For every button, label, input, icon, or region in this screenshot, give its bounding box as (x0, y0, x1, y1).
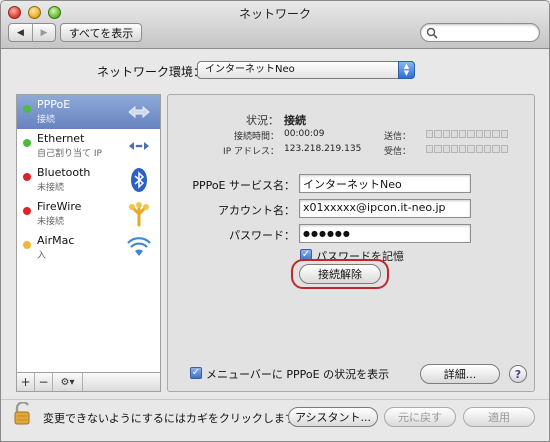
send-label: 送信： (383, 132, 411, 142)
service-status: 入 (37, 251, 47, 261)
service-list-toolbar: + − ⚙▾ (16, 372, 161, 392)
select-arrows-icon: ▲ ▼ (398, 61, 415, 79)
service-item-bluetooth[interactable]: Bluetooth 未接続 (17, 163, 160, 197)
forward-arrow-icon: ▶ (40, 27, 48, 38)
receive-label: 受信： (383, 147, 411, 157)
search-input[interactable] (441, 25, 535, 40)
revert-button[interactable]: 元に戻す (384, 407, 456, 427)
service-name-field[interactable]: インターネットNeo (299, 174, 471, 193)
connect-time-value: 00:00:09 (284, 129, 325, 139)
service-status: 未接続 (37, 217, 65, 227)
status-dot (23, 173, 31, 181)
forward-button[interactable]: ▶ (31, 24, 55, 41)
arrows-icon (128, 105, 150, 119)
show-menubar-status-checkbox[interactable]: ✓ (190, 367, 202, 379)
assistant-button[interactable]: アシスタント... (288, 407, 378, 427)
bluetooth-icon (131, 168, 147, 192)
service-name-label: PPPoE サービス名： (192, 179, 295, 192)
service-item-ethernet[interactable]: Ethernet 自己割り当て IP (17, 129, 160, 163)
remove-service-button[interactable]: − (35, 373, 53, 391)
account-name-label: アカウント名： (218, 204, 295, 217)
back-button[interactable]: ◀ (9, 24, 32, 41)
service-item-firewire[interactable]: FireWire 未接続 (17, 197, 160, 231)
ip-address-label: IP アドレス： (223, 147, 279, 157)
status-value: 接続 (284, 114, 306, 127)
connect-time-label: 接続時間： (233, 132, 279, 142)
back-arrow-icon: ◀ (17, 27, 24, 38)
search-icon (426, 27, 438, 39)
service-status: 未接続 (37, 183, 65, 193)
service-status: 自己割り当て IP (37, 149, 102, 159)
title-bar: ネットワーク ◀ ▶ すべてを表示 (1, 1, 549, 49)
receive-meter (426, 145, 508, 153)
details-button[interactable]: 詳細... (420, 364, 500, 384)
ethernet-icon (129, 142, 149, 150)
wifi-icon (127, 237, 151, 256)
location-value: インターネットNeo (205, 64, 295, 75)
disconnect-button[interactable]: 接続解除 (299, 264, 381, 284)
service-name: Bluetooth (37, 166, 91, 179)
service-status: 接続 (37, 115, 56, 125)
status-label: 状況： (246, 114, 279, 127)
footer-separator (1, 399, 549, 400)
show-menubar-status-label: メニューバーに PPPoE の状況を表示 (206, 368, 390, 381)
firewire-icon (129, 202, 149, 227)
window-title: ネットワーク (238, 7, 311, 21)
password-label: パスワード： (229, 229, 295, 242)
service-item-pppoe[interactable]: PPPoE 接続 (17, 95, 160, 129)
location-label: ネットワーク環境： (97, 65, 206, 79)
service-list: PPPoE 接続 Ethernet 自己割り当て IP Bluetooth 未接… (16, 94, 161, 392)
status-dot (23, 207, 31, 215)
navigation-buttons: ◀ ▶ (8, 23, 56, 42)
lock-icon[interactable] (13, 402, 33, 426)
add-service-button[interactable]: + (17, 373, 35, 391)
network-preferences-window: ネットワーク ◀ ▶ すべてを表示 ネットワーク環境： インターネットNeo ▲… (0, 0, 550, 442)
action-menu-button[interactable]: ⚙▾ (53, 373, 83, 391)
service-name: Ethernet (37, 132, 85, 145)
apply-button[interactable]: 適用 (463, 407, 535, 427)
search-field[interactable] (420, 23, 540, 42)
ip-address-value: 123.218.219.135 (284, 144, 362, 154)
service-name: PPPoE (37, 98, 71, 111)
service-name: AirMac (37, 234, 75, 247)
status-dot (23, 241, 31, 249)
account-name-field[interactable]: x01xxxxx@ipcon.it-neo.jp (299, 199, 471, 218)
show-all-button[interactable]: すべてを表示 (60, 23, 142, 42)
status-dot (23, 105, 31, 113)
lock-hint-text: 変更できないようにするにはカギをクリックします。 (43, 412, 306, 425)
location-select[interactable]: インターネットNeo ▲ ▼ (197, 61, 415, 79)
status-dot (23, 139, 31, 147)
password-field[interactable]: ●●●●●● (299, 224, 471, 243)
help-button[interactable]: ? (509, 365, 527, 383)
service-name: FireWire (37, 200, 82, 213)
service-item-airmac[interactable]: AirMac 入 (17, 231, 160, 265)
send-meter (426, 130, 508, 138)
